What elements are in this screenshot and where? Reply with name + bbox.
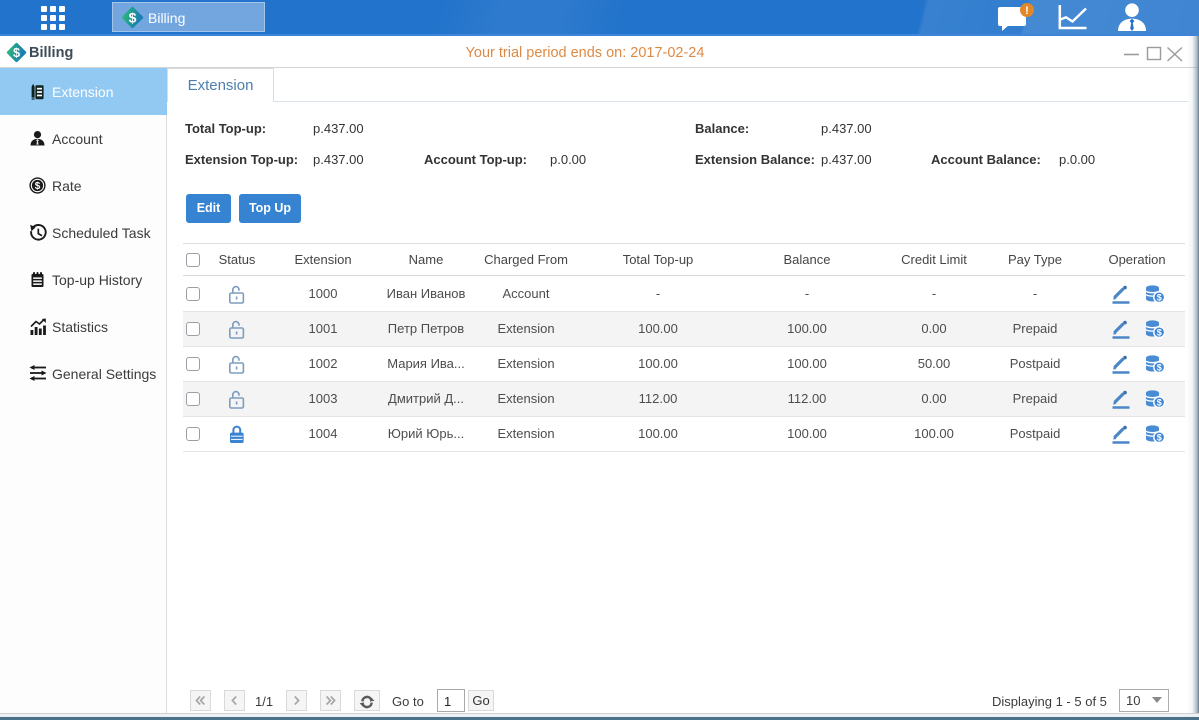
- svg-text:$: $: [1157, 433, 1162, 443]
- svg-text:$: $: [35, 181, 41, 192]
- svg-text:$: $: [1157, 363, 1162, 373]
- svg-text:$: $: [1157, 398, 1162, 408]
- svg-text:$: $: [1157, 293, 1162, 303]
- svg-text:$: $: [1157, 328, 1162, 338]
- svg-text:$: $: [13, 45, 20, 60]
- svg-text:!: !: [1025, 5, 1029, 17]
- svg-text:$: $: [129, 10, 137, 26]
